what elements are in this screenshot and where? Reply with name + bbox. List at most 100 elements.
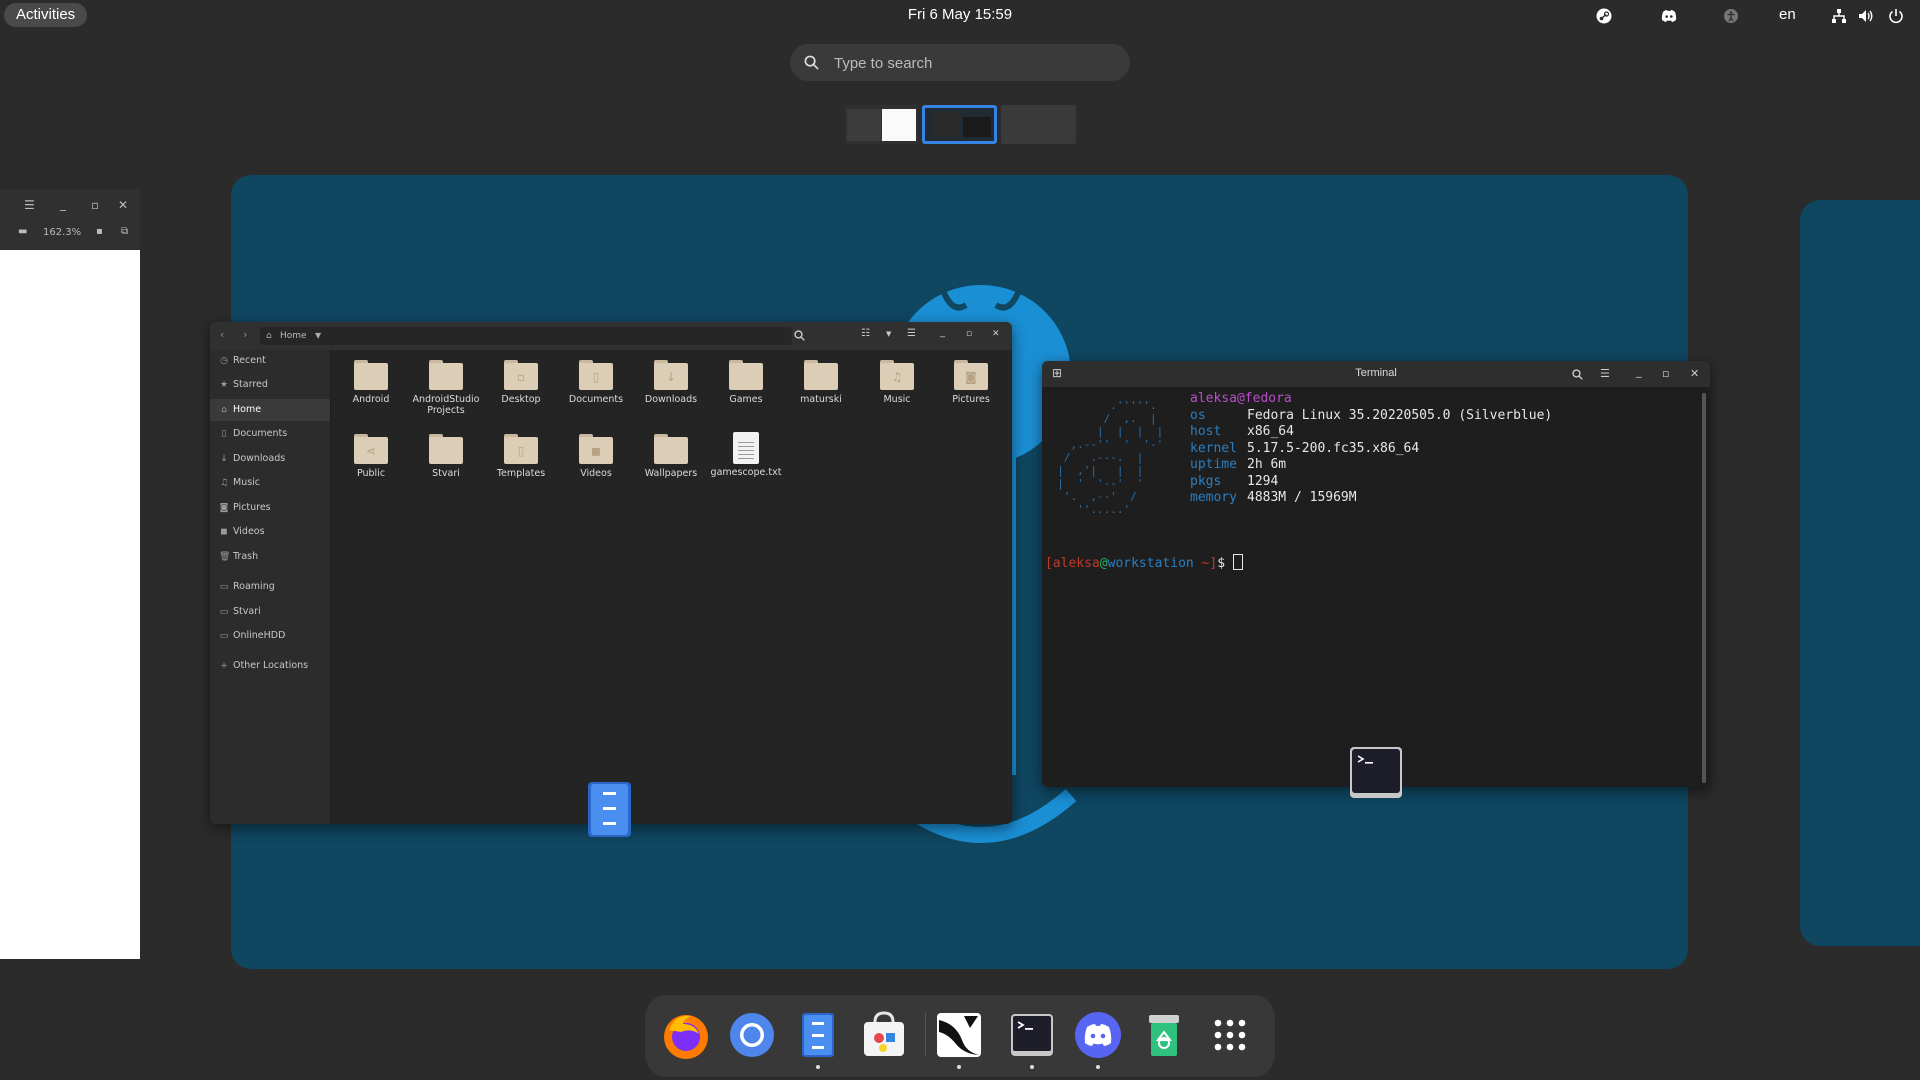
folder-icon <box>429 360 463 390</box>
folder-games[interactable]: Games <box>710 360 782 405</box>
zoom-in-button[interactable]: ▪ <box>96 226 103 237</box>
dock <box>645 995 1275 1077</box>
document-page <box>0 250 140 959</box>
workspace-thumbnail-2-active[interactable] <box>922 105 997 144</box>
activities-button[interactable]: Activities <box>4 3 88 27</box>
running-indicator <box>816 1065 820 1069</box>
search-bar[interactable] <box>790 44 1130 83</box>
shell-prompt[interactable]: [aleksa@workstation ~]$ <box>1045 554 1243 571</box>
maximize-button[interactable]: ▫ <box>1662 367 1669 380</box>
workspace-thumbnail-3[interactable] <box>1001 105 1076 144</box>
maximize-button[interactable]: ▫ <box>966 329 972 339</box>
sidebar-item-downloads[interactable]: ↓ Downloads <box>210 448 330 470</box>
zoom-level: 162.3% <box>43 227 82 238</box>
steam-icon[interactable] <box>1596 8 1612 24</box>
trash-app-icon[interactable] <box>1139 1010 1189 1060</box>
path-bar[interactable]: ⌂ Home ▼ <box>260 327 792 345</box>
folder-videos[interactable]: ◼ Videos <box>560 434 632 479</box>
next-workspace-preview[interactable] <box>1800 200 1920 946</box>
search-input[interactable] <box>832 44 1116 83</box>
folder-icon: ▯ <box>579 360 613 390</box>
music-icon: ♫ <box>219 478 229 488</box>
folder-wallpapers[interactable]: Wallpapers <box>635 434 707 479</box>
fetch-line-pkgs: pkgs 1294 <box>1190 474 1279 489</box>
files-app-icon[interactable] <box>588 782 631 837</box>
sidebar-item-pictures[interactable]: ◙ Pictures <box>210 497 330 519</box>
accessibility-icon[interactable] <box>1723 8 1739 24</box>
folder-icon: ▫ <box>504 360 538 390</box>
sidebar-item-roaming[interactable]: ▭ Roaming <box>210 576 330 598</box>
language-indicator[interactable]: en <box>1779 6 1796 23</box>
terminal-scrollbar[interactable] <box>1702 393 1706 783</box>
folder-icon <box>354 360 388 390</box>
software-icon[interactable] <box>859 1010 909 1060</box>
file-gamescope-txt[interactable]: gamescope.txt <box>710 432 782 478</box>
folder-pictures[interactable]: ◙ Pictures <box>935 360 1007 405</box>
workspace-thumbnail-1[interactable] <box>845 105 918 144</box>
search-button[interactable] <box>794 330 805 341</box>
firefox-icon[interactable] <box>661 1010 711 1060</box>
volume-icon[interactable] <box>1858 8 1874 24</box>
terminal-icon[interactable] <box>1007 1010 1057 1060</box>
close-button[interactable]: ✕ <box>992 329 1000 339</box>
discord-icon[interactable] <box>1661 8 1677 24</box>
files-window[interactable]: ‹ › ⌂ Home ▼ ☷ ▼ ☰ _ ▫ ✕ ◷ Recent ★ Starre… <box>210 322 1012 824</box>
folder-documents[interactable]: ▯ Documents <box>560 360 632 405</box>
close-button[interactable]: ✕ <box>1690 367 1699 380</box>
power-icon[interactable] <box>1888 8 1904 24</box>
path-label[interactable]: Home <box>280 327 307 345</box>
network-icon[interactable] <box>1831 8 1847 24</box>
files-sidebar: ◷ Recent ★ Starred ⌂ Home ▯ Documents ↓ Downl… <box>210 350 331 824</box>
files-icon[interactable] <box>793 1010 843 1060</box>
sidebar-item-starred[interactable]: ★ Starred <box>210 374 330 396</box>
chevron-down-icon[interactable]: ▼ <box>315 327 321 345</box>
open-external-icon[interactable]: ⧉ <box>121 226 128 237</box>
sidebar-item-videos[interactable]: ◼ Videos <box>210 521 330 543</box>
terminal-window[interactable]: ⊞ Terminal ☰ _ ▫ ✕ .'''''. / ,. | | | | … <box>1042 361 1710 787</box>
running-indicator <box>1030 1065 1034 1069</box>
back-button[interactable]: ‹ <box>220 328 224 341</box>
terminal-app-icon[interactable] <box>1350 747 1402 798</box>
folder-public[interactable]: ⋖ Public <box>335 434 407 479</box>
clock-label[interactable]: Fri 6 May 15:59 <box>908 6 1012 23</box>
folder-downloads[interactable]: ↓ Downloads <box>635 360 707 405</box>
clock-icon: ◷ <box>220 356 228 366</box>
folder-music[interactable]: ♫ Music <box>861 360 933 405</box>
minimize-button[interactable]: _ <box>60 197 66 211</box>
chromium-icon[interactable] <box>727 1010 777 1060</box>
sidebar-item-trash[interactable]: 🗑 Trash <box>210 546 330 568</box>
minimize-button[interactable]: _ <box>940 327 945 338</box>
menu-icon[interactable]: ☰ <box>907 328 916 339</box>
sidebar-item-stvari[interactable]: ▭ Stvari <box>210 601 330 623</box>
menu-icon[interactable]: ☰ <box>1600 367 1610 380</box>
view-options-icon[interactable]: ▼ <box>886 330 891 338</box>
minimize-button[interactable]: _ <box>1636 365 1642 378</box>
sidebar-item-recent[interactable]: ◷ Recent <box>210 350 330 372</box>
folder-androidstudio-projects[interactable]: AndroidStudio Projects <box>410 360 482 416</box>
sidebar-item-music[interactable]: ♫ Music <box>210 472 330 494</box>
menu-icon[interactable]: ☰ <box>24 198 35 212</box>
fetch-line-os: os Fedora Linux 35.20220505.0 (Silverblue… <box>1190 408 1553 423</box>
folder-android[interactable]: Android <box>335 360 407 405</box>
folder-stvari[interactable]: Stvari <box>410 434 482 479</box>
sidebar-item-other-locations[interactable]: + Other Locations <box>210 655 330 677</box>
maximize-button[interactable]: ▫ <box>91 198 99 212</box>
zoom-out-button[interactable]: ▬ <box>18 226 27 237</box>
show-apps-icon[interactable] <box>1205 1010 1255 1060</box>
inkscape-icon[interactable] <box>934 1010 984 1060</box>
top-bar: Activities Fri 6 May 15:59 en <box>0 0 1920 31</box>
discord-icon[interactable] <box>1073 1010 1123 1060</box>
clock: Fri 6 May 15:59 <box>0 6 1920 23</box>
folder-templates[interactable]: ▯ Templates <box>485 434 557 479</box>
video-icon: ◼ <box>220 527 228 537</box>
forward-button[interactable]: › <box>243 328 247 341</box>
sidebar-item-documents[interactable]: ▯ Documents <box>210 423 330 445</box>
close-button[interactable]: ✕ <box>118 198 128 212</box>
sidebar-item-onlinehdd[interactable]: ▭ OnlineHDD <box>210 625 330 647</box>
folder-desktop[interactable]: ▫ Desktop <box>485 360 557 405</box>
folder-maturski[interactable]: maturski <box>785 360 857 405</box>
sidebar-item-home[interactable]: ⌂ Home <box>210 399 330 421</box>
document-viewer-window[interactable]: ☰ _ ▫ ✕ ▬ 162.3% ▪ ⧉ <box>0 189 140 959</box>
list-view-icon[interactable]: ☷ <box>861 328 870 339</box>
search-button[interactable] <box>1572 369 1583 380</box>
